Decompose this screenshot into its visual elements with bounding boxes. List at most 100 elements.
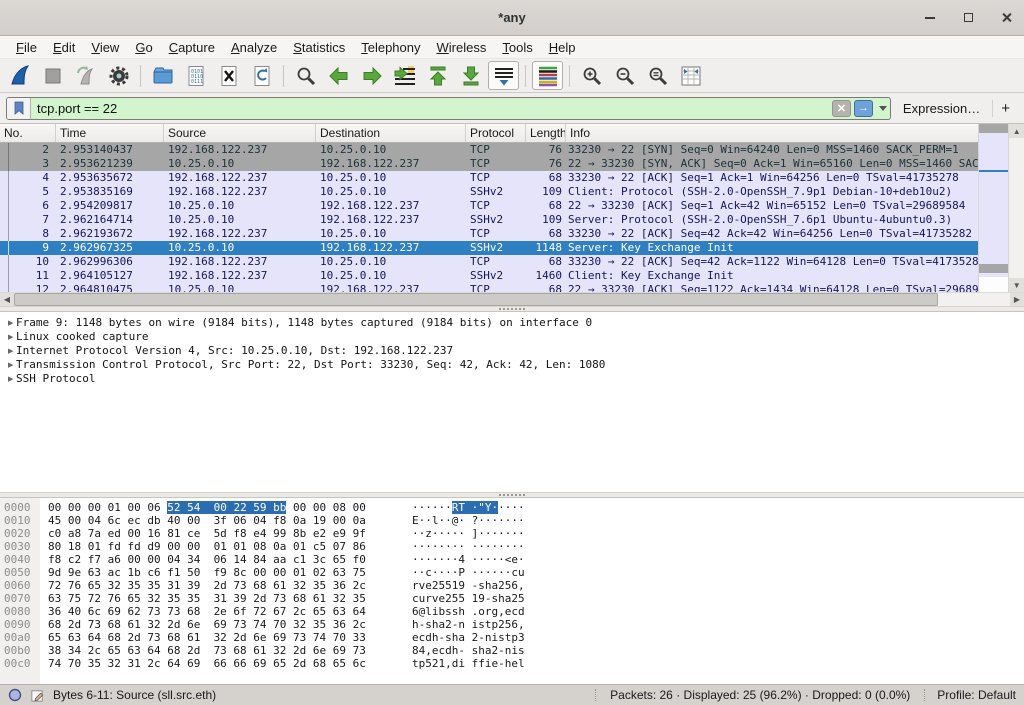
zoom-normal-button[interactable]	[642, 61, 673, 90]
hex-ascii[interactable]: ········ ········	[380, 540, 525, 553]
menu-item-statistics[interactable]: Statistics	[285, 38, 353, 57]
find-packet-button[interactable]	[290, 61, 321, 90]
zoom-out-button[interactable]	[609, 61, 640, 90]
close-file-button[interactable]	[213, 61, 244, 90]
expression-button[interactable]: Expression…	[897, 101, 986, 116]
menu-item-file[interactable]: File	[8, 38, 45, 57]
save-file-button[interactable]: 010101100111	[180, 61, 211, 90]
menu-item-analyze[interactable]: Analyze	[223, 38, 285, 57]
hex-bytes[interactable]: 9d 9e 63 ac 1b c6 f1 50 f9 8c 00 00 01 0…	[40, 566, 380, 579]
menu-item-help[interactable]: Help	[541, 38, 584, 57]
packet-row-10[interactable]: 102.962996306192.168.122.23710.25.0.10TC…	[0, 255, 978, 269]
packet-row-5[interactable]: 52.953835169192.168.122.23710.25.0.10SSH…	[0, 185, 978, 199]
go-back-button[interactable]	[323, 61, 354, 90]
hex-bytes[interactable]: 74 70 35 32 31 2c 64 69 66 66 69 65 2d 6…	[40, 657, 380, 670]
go-to-packet-button[interactable]	[389, 61, 420, 90]
status-profile[interactable]: Profile: Default	[933, 688, 1016, 702]
menu-item-view[interactable]: View	[83, 38, 127, 57]
start-capture-button[interactable]	[4, 61, 35, 90]
hex-bytes[interactable]: 72 76 65 32 35 35 31 39 2d 73 68 61 32 3…	[40, 579, 380, 592]
detail-row[interactable]: ▶Frame 9: 1148 bytes on wire (9184 bits)…	[0, 316, 1024, 330]
expander-icon[interactable]: ▶	[0, 358, 16, 372]
intelligent-scrollbar-minimap[interactable]	[979, 124, 1008, 292]
horizontal-scrollbar[interactable]: ◀ ▶	[0, 292, 1024, 306]
hex-bytes[interactable]: 80 18 01 fd fd d9 00 00 01 01 08 0a 01 c…	[40, 540, 380, 553]
vertical-scrollbar-track[interactable]	[1009, 138, 1024, 278]
hex-bytes[interactable]: 38 34 2c 65 63 64 68 2d 73 68 61 32 2d 6…	[40, 644, 380, 657]
hex-row-0090[interactable]: 009068 2d 73 68 61 32 2d 6e 69 73 74 70 …	[0, 618, 1024, 631]
hex-bytes[interactable]: c0 a8 7a ed 00 16 81 ce 5d f8 e4 99 8b e…	[40, 527, 380, 540]
detail-row[interactable]: ▶Transmission Control Protocol, Src Port…	[0, 358, 1024, 372]
hex-row-0000[interactable]: 000000 00 00 01 00 06 52 54 00 22 59 bb …	[0, 501, 1024, 514]
hex-bytes[interactable]: f8 c2 f7 a6 00 00 04 34 06 14 84 aa c1 3…	[40, 553, 380, 566]
column-header-source[interactable]: Source	[164, 124, 316, 142]
detail-row[interactable]: ▶Internet Protocol Version 4, Src: 10.25…	[0, 344, 1024, 358]
column-header-info[interactable]: Info	[566, 124, 978, 142]
menu-item-go[interactable]: Go	[127, 38, 160, 57]
detail-row[interactable]: ▶SSH Protocol	[0, 372, 1024, 386]
close-button[interactable]	[998, 10, 1014, 26]
auto-scroll-button[interactable]	[488, 61, 519, 90]
expert-info-icon[interactable]	[8, 688, 22, 702]
hex-row-0050[interactable]: 00509d 9e 63 ac 1b c6 f1 50 f9 8c 00 00 …	[0, 566, 1024, 579]
hex-row-00b0[interactable]: 00b038 34 2c 65 63 64 68 2d 73 68 61 32 …	[0, 644, 1024, 657]
horizontal-scrollbar-thumb[interactable]	[14, 293, 938, 306]
hex-bytes[interactable]: 00 00 00 01 00 06 52 54 00 22 59 bb 00 0…	[40, 501, 380, 514]
column-header-time[interactable]: Time	[56, 124, 164, 142]
hex-ascii[interactable]: tp521,di ffie-hel	[380, 657, 525, 670]
hex-bytes[interactable]: 65 63 64 68 2d 73 68 61 32 2d 6e 69 73 7…	[40, 631, 380, 644]
hex-row-00a0[interactable]: 00a065 63 64 68 2d 73 68 61 32 2d 6e 69 …	[0, 631, 1024, 644]
packet-row-12[interactable]: 122.96481047510.25.0.10192.168.122.237TC…	[0, 283, 978, 292]
menu-item-tools[interactable]: Tools	[494, 38, 540, 57]
maximize-button[interactable]	[960, 10, 976, 26]
minimize-button[interactable]	[922, 10, 938, 26]
column-header-length[interactable]: Length	[526, 124, 566, 142]
hex-row-0060[interactable]: 006072 76 65 32 35 35 31 39 2d 73 68 61 …	[0, 579, 1024, 592]
hex-row-0040[interactable]: 0040f8 c2 f7 a6 00 00 04 34 06 14 84 aa …	[0, 553, 1024, 566]
menu-item-wireless[interactable]: Wireless	[429, 38, 495, 57]
zoom-in-button[interactable]	[576, 61, 607, 90]
detail-row[interactable]: ▶Linux cooked capture	[0, 330, 1024, 344]
resize-columns-button[interactable]	[675, 61, 706, 90]
hex-row-0030[interactable]: 003080 18 01 fd fd d9 00 00 01 01 08 0a …	[0, 540, 1024, 553]
scroll-down-arrow-icon[interactable]: ▼	[1009, 278, 1024, 292]
filter-bookmark-button[interactable]	[7, 98, 31, 119]
hex-row-0010[interactable]: 001045 00 04 6c ec db 40 00 3f 06 04 f8 …	[0, 514, 1024, 527]
packet-row-9[interactable]: 92.96296732510.25.0.10192.168.122.237SSH…	[0, 241, 978, 255]
go-first-packet-button[interactable]	[422, 61, 453, 90]
column-header-destination[interactable]: Destination	[316, 124, 466, 142]
filter-apply-button[interactable]: →	[854, 100, 873, 117]
hex-ascii[interactable]: ······RT ·"Y·····	[380, 501, 525, 514]
go-forward-button[interactable]	[356, 61, 387, 90]
hex-row-00c0[interactable]: 00c074 70 35 32 31 2c 64 69 66 66 69 65 …	[0, 657, 1024, 670]
menu-item-telephony[interactable]: Telephony	[353, 38, 428, 57]
capture-comment-icon[interactable]	[30, 688, 45, 703]
restart-capture-button[interactable]	[70, 61, 101, 90]
column-header-no[interactable]: No.	[0, 124, 56, 142]
column-header-protocol[interactable]: Protocol	[466, 124, 526, 142]
packet-row-6[interactable]: 62.95420981710.25.0.10192.168.122.237TCP…	[0, 199, 978, 213]
packet-row-7[interactable]: 72.96216471410.25.0.10192.168.122.237SSH…	[0, 213, 978, 227]
filter-dropdown-button[interactable]	[876, 98, 890, 119]
hex-row-0080[interactable]: 008036 40 6c 69 62 73 73 68 2e 6f 72 67 …	[0, 605, 1024, 618]
scroll-up-arrow-icon[interactable]: ▲	[1009, 124, 1024, 138]
hex-row-0020[interactable]: 0020c0 a8 7a ed 00 16 81 ce 5d f8 e4 99 …	[0, 527, 1024, 540]
stop-capture-button[interactable]	[37, 61, 68, 90]
packet-row-8[interactable]: 82.962193672192.168.122.23710.25.0.10TCP…	[0, 227, 978, 241]
hex-ascii[interactable]: E··l··@· ?·······	[380, 514, 525, 527]
display-filter-input[interactable]	[31, 98, 832, 119]
capture-options-button[interactable]	[103, 61, 134, 90]
go-last-packet-button[interactable]	[455, 61, 486, 90]
hex-ascii[interactable]: ·······4 ·····<e·	[380, 553, 525, 566]
hex-ascii[interactable]: 6@libssh .org,ecd	[380, 605, 525, 618]
add-filter-button[interactable]: +	[992, 100, 1018, 117]
hex-row-0070[interactable]: 007063 75 72 76 65 32 35 35 31 39 2d 73 …	[0, 592, 1024, 605]
hex-ascii[interactable]: ··c····P ······cu	[380, 566, 525, 579]
filter-clear-button[interactable]: ✕	[832, 100, 851, 117]
hex-ascii[interactable]: rve25519 -sha256,	[380, 579, 525, 592]
expander-icon[interactable]: ▶	[0, 344, 16, 358]
expander-icon[interactable]: ▶	[0, 316, 16, 330]
menu-item-capture[interactable]: Capture	[161, 38, 223, 57]
expander-icon[interactable]: ▶	[0, 372, 16, 386]
vertical-scrollbar[interactable]: ▲ ▼	[1008, 124, 1024, 292]
